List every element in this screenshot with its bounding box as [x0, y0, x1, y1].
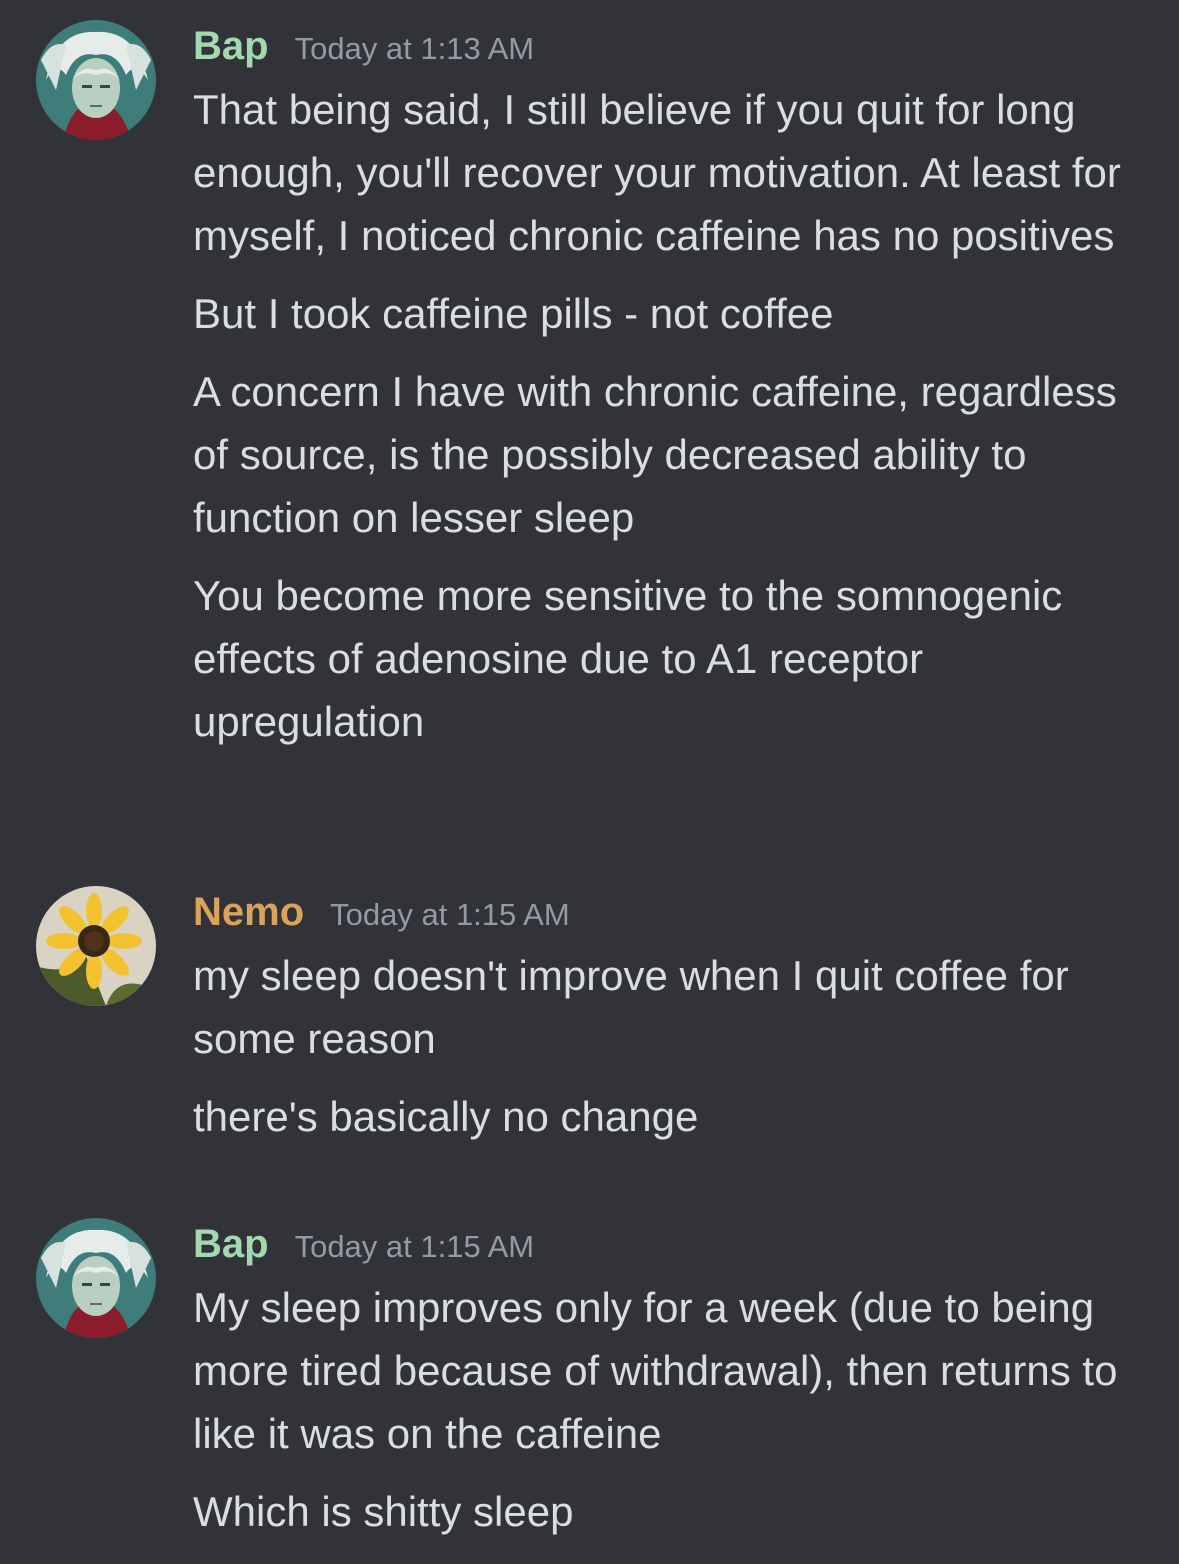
message-text: Which is shitty sleep — [193, 1488, 574, 1535]
message-text: You become more sensitive to the somnoge… — [193, 572, 1063, 745]
message-text: My sleep improves only for a week (due t… — [193, 1284, 1118, 1457]
message-header: Bap Today at 1:13 AM — [193, 20, 534, 72]
username[interactable]: Bap — [193, 20, 269, 72]
message-text: my sleep doesn't improve when I quit cof… — [193, 952, 1069, 1062]
message-text: But I took caffeine pills - not coffee — [193, 290, 834, 337]
username[interactable]: Nemo — [193, 886, 304, 938]
timestamp: Today at 1:15 AM — [294, 1229, 535, 1264]
message-text: That being said, I still believe if you … — [193, 86, 1121, 259]
anime-character-avatar-icon[interactable] — [36, 20, 156, 140]
message-list: my sleep doesn't improve when I quit cof… — [193, 944, 1143, 1163]
message-list: That being said, I still believe if you … — [193, 78, 1143, 768]
message-header: Nemo Today at 1:15 AM — [193, 886, 570, 938]
timestamp: Today at 1:13 AM — [294, 31, 535, 66]
username[interactable]: Bap — [193, 1218, 269, 1270]
message-list: My sleep improves only for a week (due t… — [193, 1276, 1143, 1558]
message-header: Bap Today at 1:15 AM — [193, 1218, 534, 1270]
message-text: A concern I have with chronic caffeine, … — [193, 368, 1117, 541]
timestamp: Today at 1:15 AM — [330, 897, 570, 932]
sunflower-avatar-icon[interactable] — [36, 886, 156, 1006]
message-text: there's basically no change — [193, 1093, 699, 1140]
anime-character-avatar-icon[interactable] — [36, 1218, 156, 1338]
